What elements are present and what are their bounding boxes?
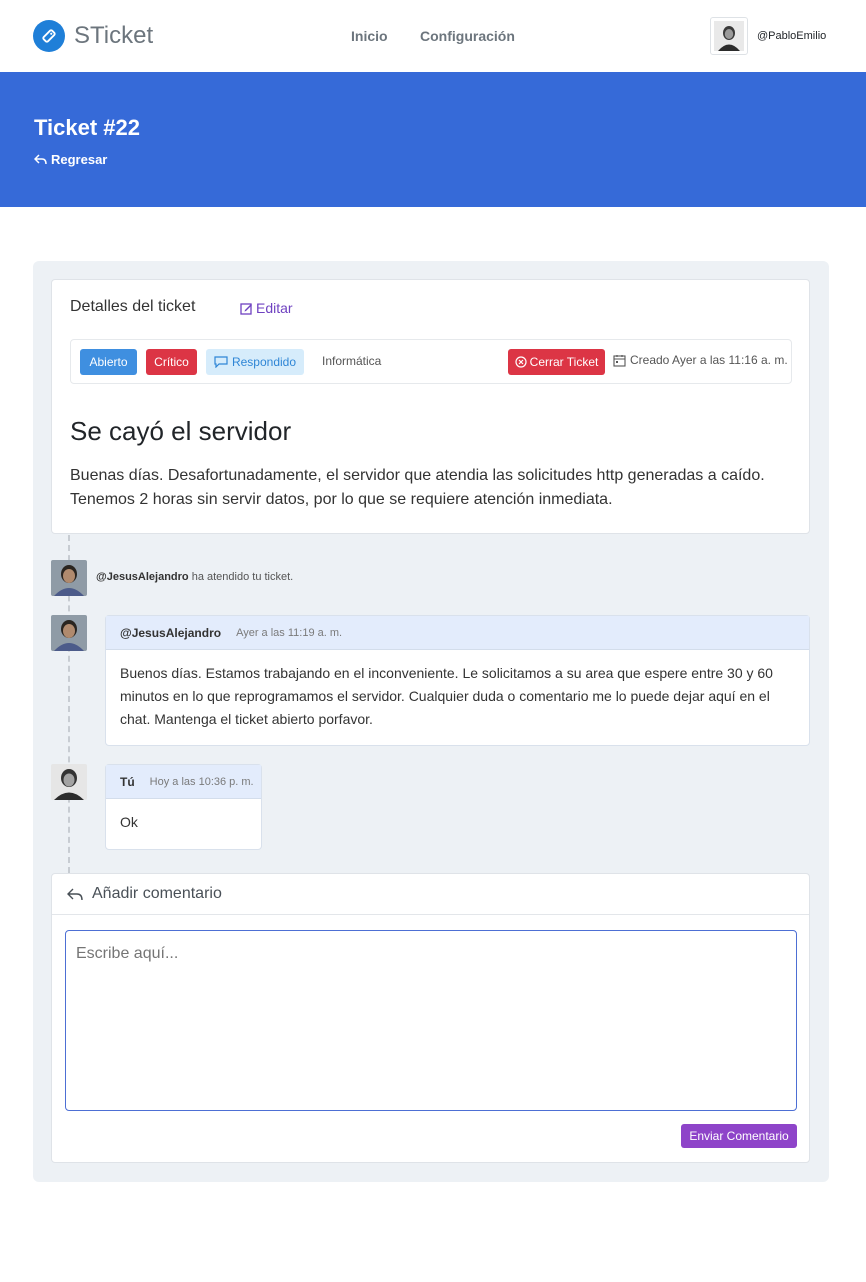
created-date: Creado Ayer a las 11:16 a. m.: [613, 353, 788, 367]
category-label: Informática: [322, 354, 382, 368]
comment-input[interactable]: [65, 930, 797, 1111]
user-menu[interactable]: @PabloEmilio: [710, 17, 826, 55]
comment-body: Buenos días. Estamos trabajando en el in…: [120, 665, 773, 727]
details-title: Detalles del ticket: [70, 298, 196, 315]
avatar: [51, 560, 87, 596]
avatar: [710, 17, 748, 55]
priority-badge: Crítico: [146, 349, 197, 375]
brand-link[interactable]: STicket: [33, 20, 153, 52]
avatar: [51, 615, 87, 651]
avatar: [51, 764, 87, 800]
close-circle-icon: [515, 356, 527, 368]
comment-author: Tú: [120, 774, 135, 789]
event-user: @JesusAlejandro: [96, 571, 189, 583]
nav-link-inicio[interactable]: Inicio: [351, 28, 388, 44]
edit-icon: [240, 302, 252, 315]
add-comment-card: Añadir comentario Enviar Comentario: [51, 873, 810, 1163]
reply-icon: [34, 154, 47, 165]
add-comment-header: Añadir comentario: [52, 874, 809, 915]
comment-time: Ayer a las 11:19 a. m.: [236, 626, 343, 639]
chat-icon: [214, 356, 228, 368]
event-text: ha atendido tu ticket.: [191, 571, 294, 583]
comment-header: Tú Hoy a las 10:36 p. m.: [106, 765, 261, 799]
send-comment-button[interactable]: Enviar Comentario: [681, 1124, 797, 1148]
responded-label: Respondido: [231, 355, 297, 369]
brand-name: STicket: [74, 22, 154, 49]
status-badge: Abierto: [80, 349, 137, 375]
tag-icon: [33, 20, 65, 52]
comment-header: @JesusAlejandro Ayer a las 11:19 a. m.: [106, 616, 809, 650]
username: @PabloEmilio: [757, 30, 827, 42]
close-ticket-label: Cerrar Ticket: [529, 355, 599, 369]
back-label: Regresar: [51, 152, 108, 167]
created-label: Creado Ayer a las 11:16 a. m.: [630, 353, 788, 367]
comment-card: @JesusAlejandro Ayer a las 11:19 a. m. B…: [105, 615, 810, 746]
add-comment-title: Añadir comentario: [92, 885, 222, 902]
responded-badge: Respondido: [206, 349, 304, 375]
back-link[interactable]: Regresar: [34, 152, 107, 167]
ticket-container: Detalles del ticket Editar Abierto Críti…: [33, 261, 829, 1182]
comment-time: Hoy a las 10:36 p. m.: [149, 775, 254, 788]
page-header: Ticket #22 Regresar: [0, 72, 866, 207]
top-navbar: STicket Inicio Configuración @PabloEmili…: [0, 0, 866, 72]
calendar-icon: [613, 354, 626, 367]
ticket-toolbar: Abierto Crítico Respondido Informática C…: [70, 339, 792, 384]
page-title: Ticket #22: [34, 115, 141, 140]
reply-icon: [67, 888, 83, 900]
ticket-subject: Se cayó el servidor: [70, 416, 292, 446]
close-ticket-button[interactable]: Cerrar Ticket: [508, 349, 605, 375]
timeline-event: @JesusAlejandro ha atendido tu ticket.: [96, 571, 293, 583]
ticket-description: Buenas días. Desafortunadamente, el serv…: [70, 467, 765, 508]
edit-label: Editar: [256, 300, 293, 316]
comment-author: @JesusAlejandro: [120, 625, 222, 640]
nav-link-configuracion[interactable]: Configuración: [420, 28, 515, 44]
comment-body: Ok: [120, 814, 138, 830]
comment-card: Tú Hoy a las 10:36 p. m. Ok: [105, 764, 262, 850]
ticket-details-card: Detalles del ticket Editar Abierto Críti…: [51, 279, 810, 534]
edit-link[interactable]: Editar: [240, 300, 293, 316]
